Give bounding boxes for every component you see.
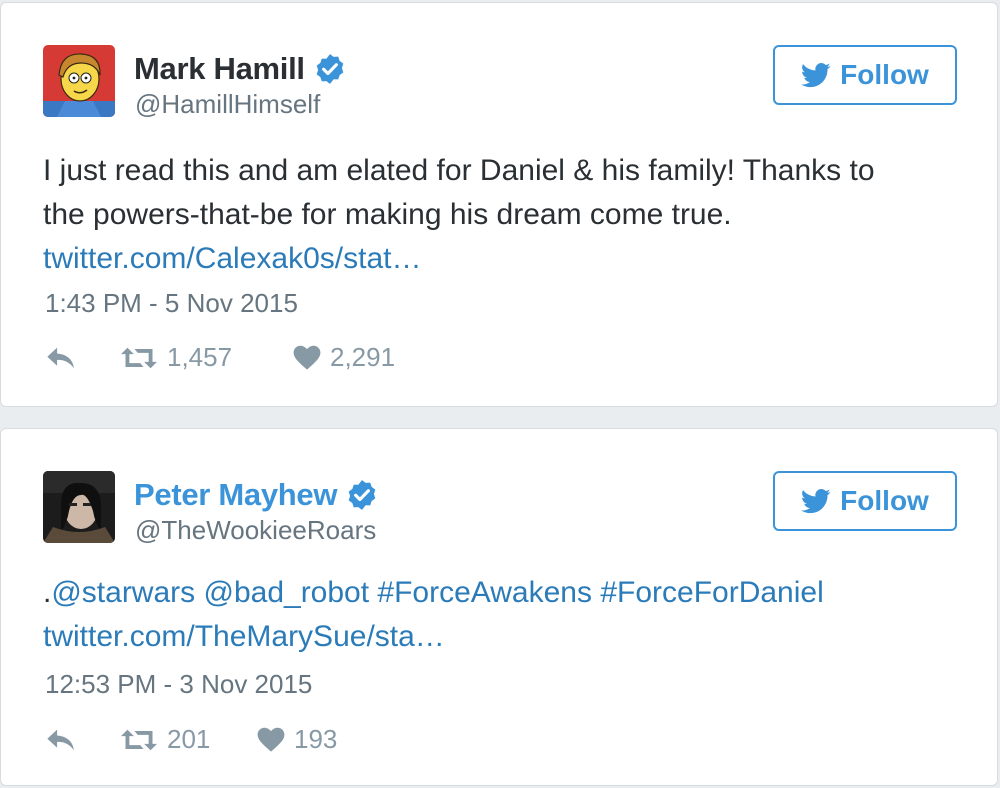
retweet-icon (121, 729, 157, 750)
reply-button[interactable] (45, 345, 121, 371)
tweet-text-line: I just read this and am elated for Danie… (43, 154, 875, 187)
avatar[interactable] (43, 471, 115, 543)
tweet-text-line: the powers-that-be for making his dream … (43, 198, 732, 231)
cartoon-avatar-icon (43, 45, 115, 117)
heart-icon (257, 727, 285, 752)
follow-label: Follow (840, 485, 929, 516)
verified-badge-icon (316, 53, 344, 84)
retweet-count: 201 (167, 724, 211, 754)
like-count: 193 (294, 724, 338, 754)
display-name[interactable]: Peter Mayhew (134, 475, 379, 513)
tweet-text-line: .@starwars @bad_robot #ForceAwakens #For… (43, 571, 963, 615)
user-handle[interactable]: @HamillHimself (135, 89, 320, 120)
avatar[interactable] (43, 45, 115, 117)
display-name-text[interactable]: Peter Mayhew (134, 477, 337, 512)
mention-link[interactable]: @bad_robot (204, 576, 370, 609)
reply-icon (47, 347, 74, 368)
retweet-button[interactable]: 1,457 (121, 342, 293, 373)
user-handle[interactable]: @TheWookieeRoars (135, 515, 376, 546)
tweet-link[interactable]: twitter.com/TheMarySue/sta… (43, 615, 963, 659)
hashtag-link[interactable]: #ForceAwakens (377, 576, 592, 609)
twitter-bird-icon (801, 62, 831, 87)
like-button[interactable]: 2,291 (293, 342, 395, 373)
tweet-link[interactable]: twitter.com/Calexak0s/stat… (43, 237, 963, 281)
tweet-card: Peter Mayhew @TheWookieeRoars Follow .@s… (0, 428, 998, 786)
retweet-button[interactable]: 201 (121, 724, 257, 755)
tweet-text: .@starwars @bad_robot #ForceAwakens #For… (43, 571, 963, 659)
display-name[interactable]: Mark Hamill (134, 49, 347, 87)
reply-button[interactable] (45, 727, 121, 753)
hashtag-link[interactable]: #ForceForDaniel (600, 576, 823, 609)
reply-icon (47, 729, 74, 750)
tweet-timestamp[interactable]: 12:53 PM - 3 Nov 2015 (45, 669, 312, 700)
tweet-actions: 1,457 2,291 (45, 342, 395, 373)
photo-avatar-icon (43, 471, 115, 543)
retweet-icon (121, 347, 157, 368)
tweet-card: Mark Hamill @HamillHimself Follow I just… (0, 2, 998, 407)
heart-icon (293, 345, 321, 370)
follow-label: Follow (840, 59, 929, 90)
like-count: 2,291 (330, 342, 396, 372)
like-button[interactable]: 193 (257, 724, 337, 755)
tweet-text: I just read this and am elated for Danie… (43, 149, 963, 281)
follow-button[interactable]: Follow (773, 471, 957, 531)
retweet-count: 1,457 (167, 342, 233, 372)
verified-badge-icon (348, 479, 376, 510)
follow-button[interactable]: Follow (773, 45, 957, 105)
mention-link[interactable]: @starwars (51, 576, 195, 609)
tweet-actions: 201 193 (45, 724, 337, 755)
display-name-text[interactable]: Mark Hamill (134, 51, 305, 86)
tweet-timestamp[interactable]: 1:43 PM - 5 Nov 2015 (45, 288, 298, 319)
twitter-bird-icon (801, 488, 831, 513)
